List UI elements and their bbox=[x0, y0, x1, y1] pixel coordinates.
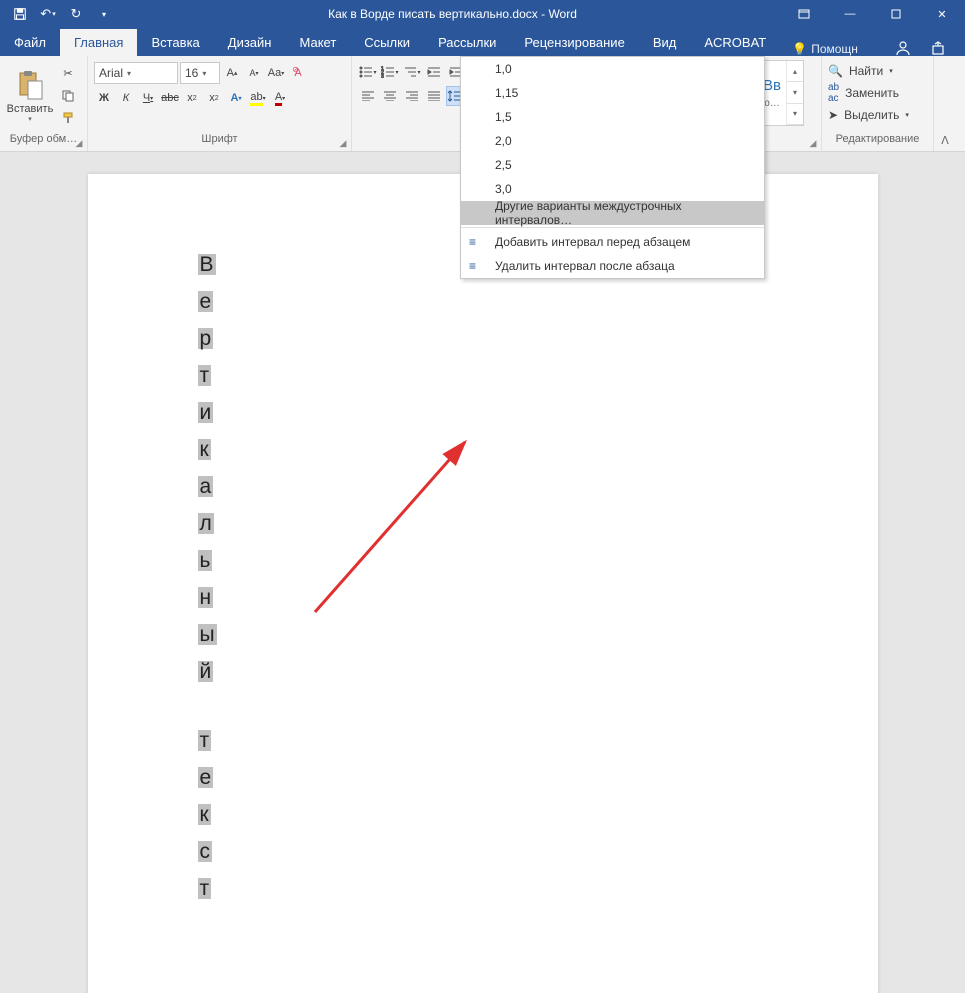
spacing-option-3.0[interactable]: 3,0 bbox=[461, 177, 764, 201]
add-space-before[interactable]: ≡Добавить интервал перед абзацем bbox=[461, 230, 764, 254]
bold-button[interactable]: Ж bbox=[94, 88, 114, 108]
underline-button[interactable]: Ч▾ bbox=[138, 88, 158, 108]
tab-layout[interactable]: Макет bbox=[285, 29, 350, 56]
group-clipboard: Вставить ▾ ✂ Буфер обм… ◢ bbox=[0, 56, 88, 151]
chevron-down-icon: ▾ bbox=[28, 115, 32, 123]
format-painter-button[interactable] bbox=[58, 108, 78, 128]
undo-button[interactable]: ↶▾ bbox=[36, 2, 60, 26]
share-button[interactable] bbox=[931, 40, 947, 56]
font-dialog-launcher[interactable]: ◢ bbox=[337, 137, 349, 149]
title-bar: ↶▾ ↻ ▾ Как в Ворде писать вертикально.do… bbox=[0, 0, 965, 28]
paste-button[interactable]: Вставить ▾ bbox=[6, 58, 54, 133]
chevron-down-icon: ▾ bbox=[127, 69, 131, 78]
tabbar-right bbox=[895, 40, 965, 56]
close-button[interactable]: ✕ bbox=[919, 0, 965, 28]
strikethrough-button[interactable]: abc bbox=[160, 88, 180, 108]
ribbon: Вставить ▾ ✂ Буфер обм… ◢ Arial▾ 16▾ A▴ … bbox=[0, 56, 965, 152]
cut-button[interactable]: ✂ bbox=[58, 64, 78, 84]
maximize-button[interactable] bbox=[873, 0, 919, 28]
ribbon-tabs: Файл Главная Вставка Дизайн Макет Ссылки… bbox=[0, 28, 965, 56]
align-left-button[interactable] bbox=[358, 86, 378, 106]
spacing-option-2.5[interactable]: 2,5 bbox=[461, 153, 764, 177]
find-button[interactable]: 🔍Найти▾ bbox=[828, 64, 909, 78]
tab-view[interactable]: Вид bbox=[639, 29, 691, 56]
group-label-font: Шрифт bbox=[94, 133, 345, 151]
align-center-button[interactable] bbox=[380, 86, 400, 106]
grow-font-button[interactable]: A▴ bbox=[222, 63, 242, 83]
tab-acrobat[interactable]: ACROBAT bbox=[690, 29, 780, 56]
document-title: Как в Ворде писать вертикально.docx - Wo… bbox=[124, 7, 781, 21]
search-icon: 🔍 bbox=[828, 64, 843, 78]
select-button[interactable]: ➤Выделить▾ bbox=[828, 108, 909, 122]
spacing-option-1.0[interactable]: 1,0 bbox=[461, 57, 764, 81]
styles-dialog-launcher[interactable]: ◢ bbox=[807, 137, 819, 149]
minimize-button[interactable]: — bbox=[827, 0, 873, 28]
spacing-option-2.0[interactable]: 2,0 bbox=[461, 129, 764, 153]
justify-button[interactable] bbox=[424, 86, 444, 106]
lightbulb-icon: 💡 bbox=[792, 42, 807, 56]
numbering-button[interactable]: 123▾ bbox=[380, 62, 400, 82]
paste-icon bbox=[14, 69, 46, 101]
chevron-down-icon: ▾ bbox=[202, 69, 206, 78]
group-label-editing: Редактирование bbox=[828, 133, 927, 151]
page: В е р т и к а л ь н ы й т е к с т bbox=[88, 174, 878, 993]
group-font: Arial▾ 16▾ A▴ A▾ Aa▾ A⊘ Ж К Ч▾ abc x2 x2… bbox=[88, 56, 352, 151]
save-button[interactable] bbox=[8, 2, 32, 26]
group-label-clipboard: Буфер обм… bbox=[6, 133, 81, 151]
styles-scroll[interactable]: ▴▾▾ bbox=[787, 61, 803, 125]
spacing-more-options[interactable]: Другие варианты междустрочных интервалов… bbox=[461, 201, 764, 225]
replace-button[interactable]: abacЗаменить bbox=[828, 82, 909, 104]
clear-formatting-button[interactable]: A⊘ bbox=[288, 63, 308, 83]
window-controls: — ✕ bbox=[781, 0, 965, 28]
remove-space-after[interactable]: ≡Удалить интервал после абзаца bbox=[461, 254, 764, 278]
replace-icon: abac bbox=[828, 82, 839, 104]
tell-me[interactable]: 💡Помощн bbox=[780, 42, 870, 56]
tab-design[interactable]: Дизайн bbox=[214, 29, 286, 56]
account-icon[interactable] bbox=[895, 40, 911, 56]
font-size-combo[interactable]: 16▾ bbox=[180, 62, 220, 84]
font-color-button[interactable]: A▾ bbox=[270, 88, 290, 108]
align-right-button[interactable] bbox=[402, 86, 422, 106]
copy-button[interactable] bbox=[58, 86, 78, 106]
tab-review[interactable]: Рецензирование bbox=[510, 29, 638, 56]
spacing-option-1.5[interactable]: 1,5 bbox=[461, 105, 764, 129]
tab-file[interactable]: Файл bbox=[0, 29, 60, 56]
multilevel-list-button[interactable]: ▾ bbox=[402, 62, 422, 82]
vertical-word-1: В е р т и к а л ь н ы й bbox=[198, 254, 878, 698]
tab-references[interactable]: Ссылки bbox=[350, 29, 424, 56]
group-editing: 🔍Найти▾ abacЗаменить ➤Выделить▾ Редактир… bbox=[822, 56, 934, 151]
highlight-button[interactable]: ab▾ bbox=[248, 88, 268, 108]
cursor-icon: ➤ bbox=[828, 108, 838, 122]
collapse-ribbon-button[interactable]: ᐱ bbox=[934, 56, 956, 151]
superscript-button[interactable]: x2 bbox=[204, 88, 224, 108]
tab-insert[interactable]: Вставка bbox=[137, 29, 213, 56]
space-after-icon: ≡ bbox=[469, 259, 476, 273]
clipboard-dialog-launcher[interactable]: ◢ bbox=[73, 137, 85, 149]
vertical-word-2: т е к с т bbox=[198, 730, 878, 915]
text-effects-button[interactable]: A▾ bbox=[226, 88, 246, 108]
ribbon-display-options-button[interactable] bbox=[781, 0, 827, 28]
redo-button[interactable]: ↻ bbox=[64, 2, 88, 26]
decrease-indent-button[interactable] bbox=[424, 62, 444, 82]
spacing-option-1.15[interactable]: 1,15 bbox=[461, 81, 764, 105]
bullets-button[interactable]: ▾ bbox=[358, 62, 378, 82]
shrink-font-button[interactable]: A▾ bbox=[244, 63, 264, 83]
space-before-icon: ≡ bbox=[469, 235, 476, 249]
tab-home[interactable]: Главная bbox=[60, 29, 137, 56]
subscript-button[interactable]: x2 bbox=[182, 88, 202, 108]
tab-mailings[interactable]: Рассылки bbox=[424, 29, 510, 56]
svg-text:3: 3 bbox=[381, 74, 384, 78]
change-case-button[interactable]: Aa▾ bbox=[266, 63, 286, 83]
italic-button[interactable]: К bbox=[116, 88, 136, 108]
qat-customize-button[interactable]: ▾ bbox=[92, 2, 116, 26]
line-spacing-dropdown: 1,0 1,15 1,5 2,0 2,5 3,0 Другие варианты… bbox=[460, 56, 765, 279]
quick-access-toolbar: ↶▾ ↻ ▾ bbox=[0, 2, 124, 26]
font-name-combo[interactable]: Arial▾ bbox=[94, 62, 178, 84]
